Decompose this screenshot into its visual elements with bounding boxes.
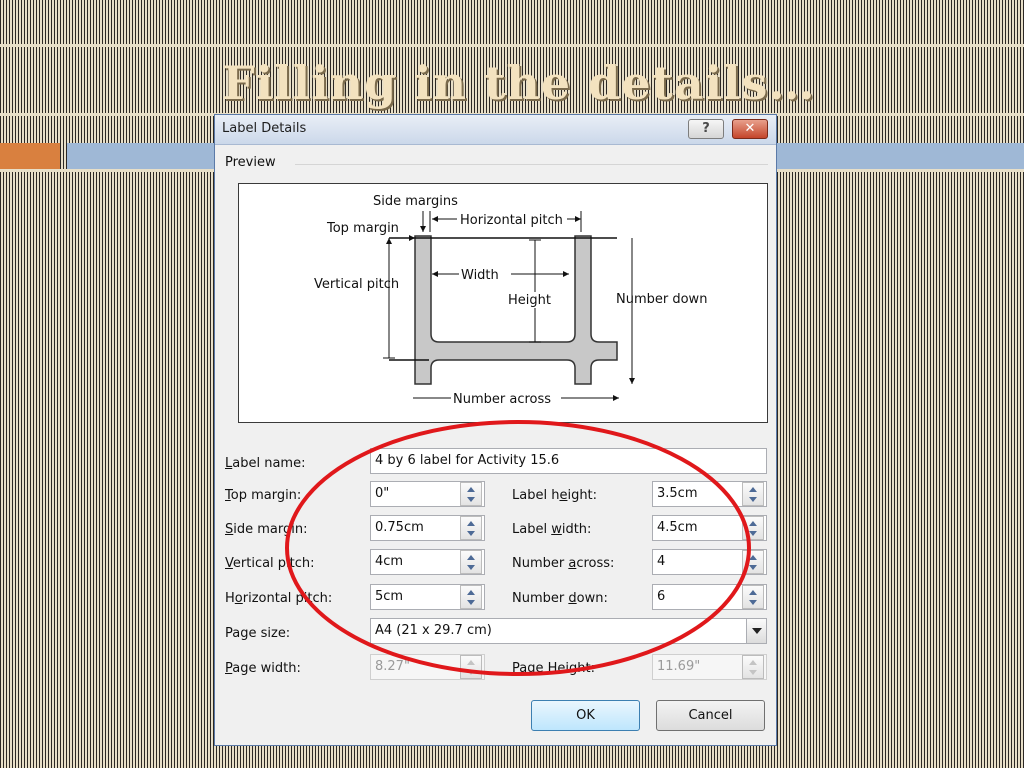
arrowhead-hpitch-left [432,216,438,222]
diagram-vertical-pitch: Vertical pitch [314,277,399,292]
page-size-label: Page size: [225,626,291,641]
slide-title: Filling in the details… [222,56,816,110]
side-margin-spinner[interactable] [460,516,482,540]
arrowhead-top-margin [409,235,415,241]
vertical-pitch-label: Vertical pitch: [225,556,315,571]
background-band [0,44,1024,47]
dialog-titlebar: Label Details ? ✕ [215,115,776,145]
diagram-horizontal-pitch: Horizontal pitch [460,213,563,228]
arrowhead-hpitch-right [575,216,581,222]
spinner-up-icon[interactable] [467,555,475,560]
arrowhead-number-across [613,395,619,401]
label-height-spinner[interactable] [742,482,764,506]
accent-bar-orange [0,143,60,169]
spinner-down-icon[interactable] [467,600,475,605]
side-margin-label: Side margin: [225,522,308,537]
top-margin-label: Top margin: [225,488,302,503]
page-width-spinner [460,655,482,679]
spinner-up-icon[interactable] [749,487,757,492]
diagram-top-margin: Top margin [326,221,399,236]
vertical-pitch-spinner[interactable] [460,550,482,574]
label-details-dialog: Label Details ? ✕ Preview Side margins T… [214,114,777,746]
spinner-down-icon [467,670,475,675]
number-across-spinner[interactable] [742,550,764,574]
cancel-button[interactable]: Cancel [656,700,765,731]
label-height-label: Label height: [512,488,598,503]
chevron-down-icon[interactable] [746,619,766,643]
label-shape [414,235,618,385]
spinner-down-icon[interactable] [467,565,475,570]
page-size-select[interactable]: A4 (21 x 29.7 cm) [370,618,767,644]
number-down-spinner[interactable] [742,585,764,609]
spinner-up-icon[interactable] [467,487,475,492]
spinner-up-icon [749,660,757,665]
spinner-down-icon [749,670,757,675]
diagram-height: Height [508,293,551,308]
page-width-label: Page width: [225,661,301,676]
diagram-number-across: Number across [453,392,551,407]
arrowhead-number-down [629,378,635,384]
spinner-down-icon[interactable] [749,600,757,605]
spinner-up-icon[interactable] [749,555,757,560]
diagram-number-down: Number down [616,292,707,307]
horizontal-pitch-label: Horizontal pitch: [225,591,333,606]
preview-diagram: Side margins Top margin Horizontal pitch… [238,183,768,423]
top-margin-spinner[interactable] [460,482,482,506]
label-layout-diagram: Side margins Top margin Horizontal pitch… [314,194,707,407]
label-width-label: Label width: [512,522,592,537]
help-button[interactable]: ? [688,119,724,139]
spinner-up-icon[interactable] [749,521,757,526]
label-name-input[interactable]: 4 by 6 label for Activity 15.6 [370,448,767,474]
ok-button[interactable]: OK [531,700,640,731]
label-name-label: Label name: [225,456,306,471]
number-across-label: Number across: [512,556,615,571]
arrowhead-width-right [563,271,569,277]
close-button[interactable]: ✕ [732,119,768,139]
spinner-down-icon[interactable] [749,497,757,502]
spinner-up-icon [467,660,475,665]
arrowhead-width-left [432,271,438,277]
preview-group-line [295,164,768,165]
page-height-spinner [742,655,764,679]
label-width-spinner[interactable] [742,516,764,540]
spinner-up-icon[interactable] [749,590,757,595]
preview-heading: Preview [225,155,282,170]
diagram-width: Width [461,268,499,283]
page-height-label: Page Height: [512,661,595,676]
spinner-down-icon[interactable] [749,565,757,570]
spinner-down-icon[interactable] [749,531,757,536]
spinner-down-icon[interactable] [467,531,475,536]
number-down-label: Number down: [512,591,608,606]
spinner-down-icon[interactable] [467,497,475,502]
arrowhead-vpitch-top [386,238,392,244]
diagram-side-margins: Side margins [373,194,458,209]
arrowhead-side-margin [420,226,426,232]
dialog-title: Label Details [222,121,307,136]
spinner-up-icon[interactable] [467,590,475,595]
spinner-up-icon[interactable] [467,521,475,526]
horizontal-pitch-spinner[interactable] [460,585,482,609]
